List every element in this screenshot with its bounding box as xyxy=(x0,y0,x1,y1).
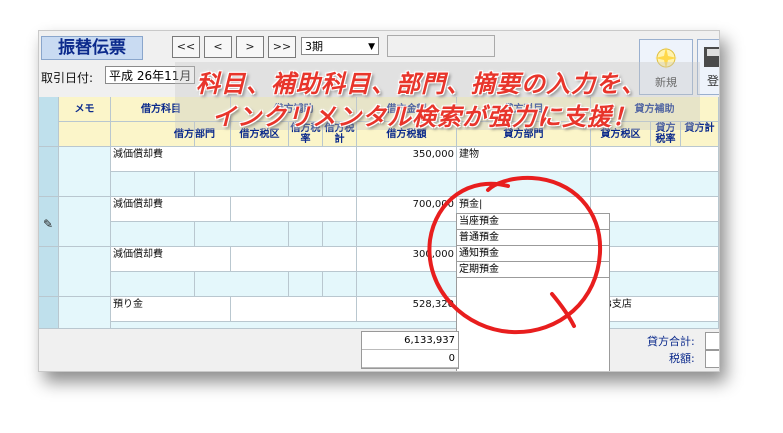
red-circle-annotation xyxy=(427,175,603,335)
